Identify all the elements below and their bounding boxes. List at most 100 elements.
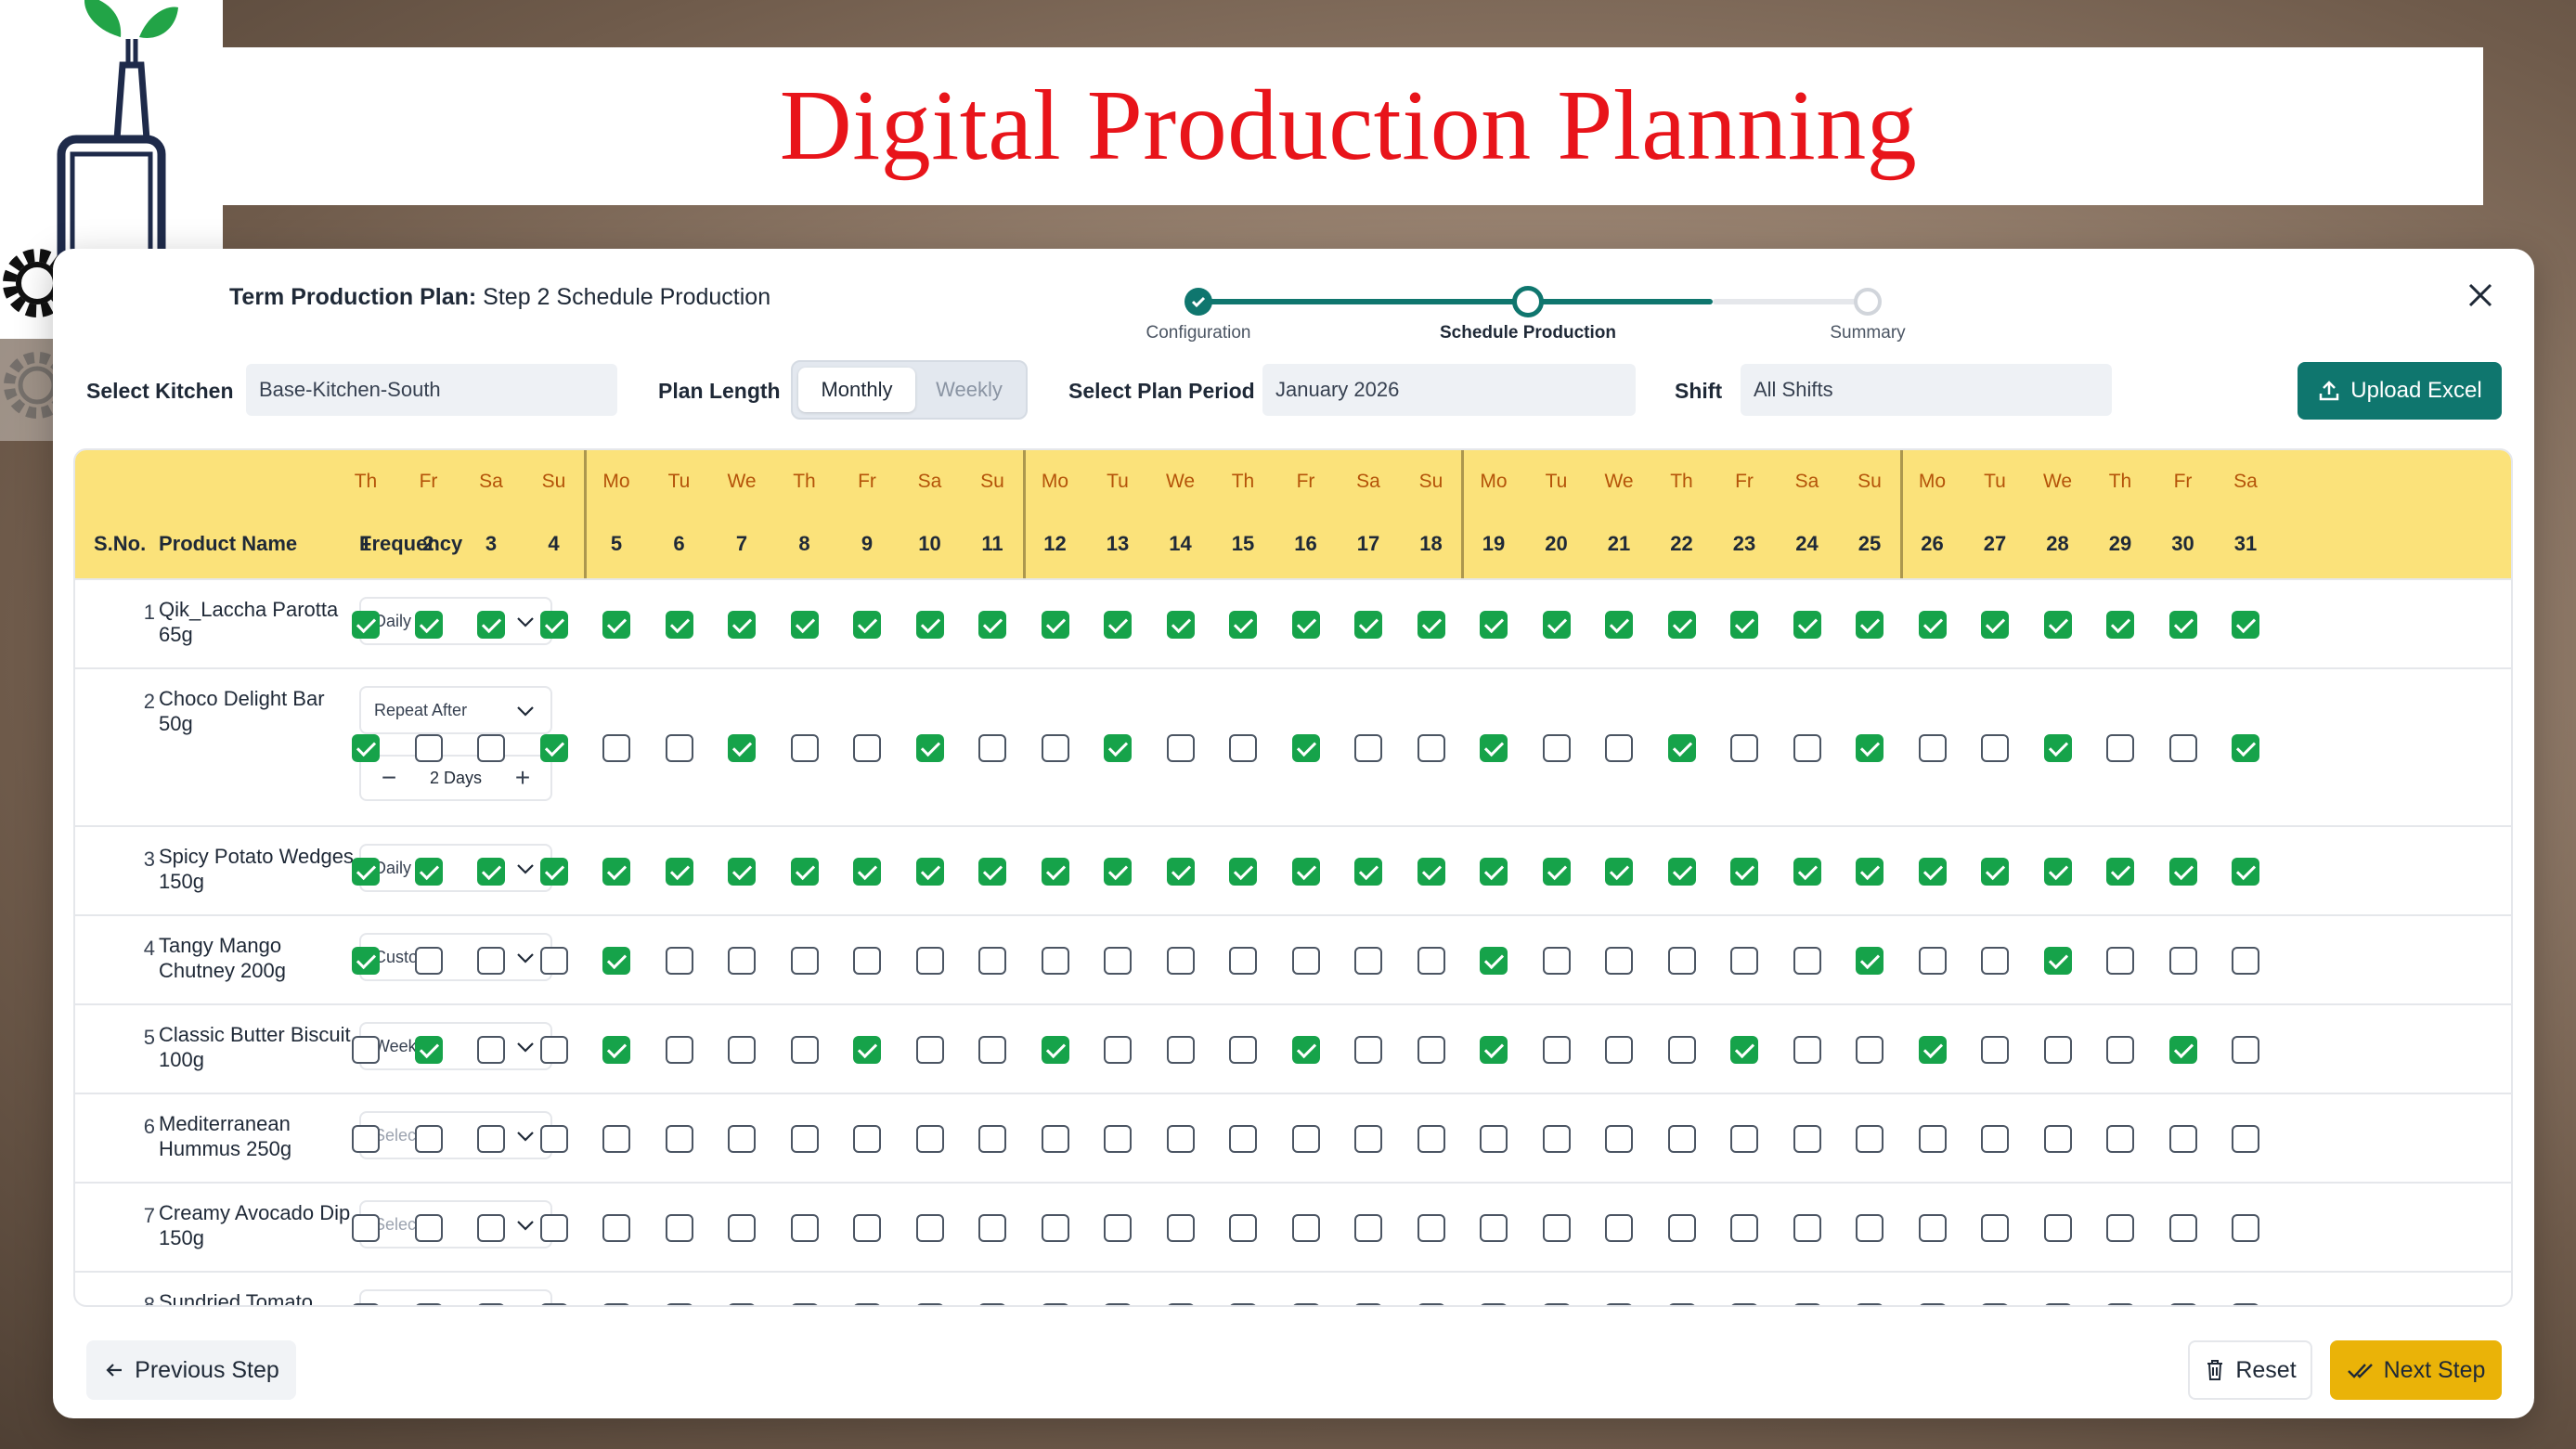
day-checkbox[interactable] — [728, 1303, 756, 1305]
day-checkbox[interactable] — [1793, 1125, 1821, 1153]
day-checkbox[interactable] — [1730, 1303, 1758, 1305]
day-checkbox[interactable] — [1041, 1214, 1069, 1242]
day-checkbox[interactable] — [1793, 1214, 1821, 1242]
frequency-select[interactable]: Select — [359, 1200, 552, 1248]
day-checkbox[interactable] — [1417, 1303, 1445, 1305]
day-checkbox[interactable] — [1417, 611, 1445, 639]
day-checkbox[interactable] — [2168, 1214, 2197, 1242]
day-checkbox[interactable] — [915, 1125, 944, 1153]
day-checkbox[interactable] — [1166, 1036, 1195, 1064]
day-checkbox[interactable] — [1667, 947, 1696, 975]
frequency-select[interactable] — [359, 1289, 552, 1305]
day-checkbox[interactable] — [352, 947, 380, 975]
day-checkbox[interactable] — [1856, 611, 1883, 639]
day-checkbox[interactable] — [2232, 1303, 2259, 1305]
day-checkbox[interactable] — [978, 1214, 1006, 1242]
day-checkbox[interactable] — [915, 947, 944, 975]
day-checkbox[interactable] — [1793, 1303, 1821, 1305]
day-checkbox[interactable] — [1542, 1303, 1571, 1305]
day-checkbox[interactable] — [1166, 734, 1195, 762]
day-checkbox[interactable] — [1166, 858, 1195, 886]
day-checkbox[interactable] — [1667, 1036, 1696, 1064]
day-checkbox[interactable] — [2043, 1214, 2072, 1242]
day-checkbox[interactable] — [915, 611, 944, 639]
day-checkbox[interactable] — [1856, 734, 1883, 762]
day-checkbox[interactable] — [1480, 1303, 1508, 1305]
close-button[interactable] — [2462, 277, 2499, 314]
day-checkbox[interactable] — [665, 1125, 693, 1153]
day-checkbox[interactable] — [1229, 611, 1257, 639]
plan-length-monthly[interactable]: Monthly — [798, 368, 915, 412]
day-checkbox[interactable] — [790, 1214, 819, 1242]
day-checkbox[interactable] — [1291, 858, 1320, 886]
day-checkbox[interactable] — [1542, 858, 1571, 886]
frequency-select[interactable]: Daily — [359, 844, 552, 892]
day-checkbox[interactable] — [602, 1214, 630, 1242]
day-checkbox[interactable] — [2106, 947, 2134, 975]
upload-excel-button[interactable]: Upload Excel — [2298, 362, 2502, 420]
day-checkbox[interactable] — [1605, 1036, 1633, 1064]
day-checkbox[interactable] — [915, 1214, 944, 1242]
day-checkbox[interactable] — [1918, 611, 1947, 639]
day-checkbox[interactable] — [1291, 611, 1320, 639]
day-checkbox[interactable] — [1542, 1214, 1571, 1242]
day-checkbox[interactable] — [1730, 611, 1758, 639]
day-checkbox[interactable] — [2106, 1303, 2134, 1305]
day-checkbox[interactable] — [1981, 1125, 2009, 1153]
day-checkbox[interactable] — [1291, 734, 1320, 762]
day-checkbox[interactable] — [915, 1303, 944, 1305]
day-checkbox[interactable] — [2043, 734, 2072, 762]
day-checkbox[interactable] — [1291, 947, 1320, 975]
day-checkbox[interactable] — [2232, 947, 2259, 975]
day-checkbox[interactable] — [1856, 1214, 1883, 1242]
day-checkbox[interactable] — [1605, 1214, 1633, 1242]
day-checkbox[interactable] — [1793, 611, 1821, 639]
day-checkbox[interactable] — [414, 1303, 443, 1305]
day-checkbox[interactable] — [1480, 611, 1508, 639]
day-checkbox[interactable] — [1730, 1125, 1758, 1153]
day-checkbox[interactable] — [915, 858, 944, 886]
day-checkbox[interactable] — [1981, 947, 2009, 975]
day-checkbox[interactable] — [2106, 858, 2134, 886]
day-checkbox[interactable] — [1104, 734, 1132, 762]
day-checkbox[interactable] — [1542, 1125, 1571, 1153]
day-checkbox[interactable] — [1104, 947, 1132, 975]
day-checkbox[interactable] — [1480, 858, 1508, 886]
day-checkbox[interactable] — [2168, 1303, 2197, 1305]
day-checkbox[interactable] — [1793, 858, 1821, 886]
day-checkbox[interactable] — [915, 734, 944, 762]
day-checkbox[interactable] — [1229, 947, 1257, 975]
frequency-select[interactable]: Weekly — [359, 1022, 552, 1070]
day-checkbox[interactable] — [1354, 1303, 1382, 1305]
day-checkbox[interactable] — [1981, 611, 2009, 639]
day-checkbox[interactable] — [790, 1125, 819, 1153]
day-checkbox[interactable] — [1480, 1036, 1508, 1064]
day-checkbox[interactable] — [1041, 858, 1069, 886]
day-checkbox[interactable] — [414, 734, 443, 762]
day-checkbox[interactable] — [978, 734, 1006, 762]
day-checkbox[interactable] — [790, 947, 819, 975]
day-checkbox[interactable] — [853, 947, 881, 975]
day-checkbox[interactable] — [1605, 1303, 1633, 1305]
day-checkbox[interactable] — [1229, 734, 1257, 762]
day-checkbox[interactable] — [1291, 1303, 1320, 1305]
day-checkbox[interactable] — [1542, 611, 1571, 639]
day-checkbox[interactable] — [1104, 1303, 1132, 1305]
day-checkbox[interactable] — [728, 611, 756, 639]
day-checkbox[interactable] — [2106, 1214, 2134, 1242]
day-checkbox[interactable] — [978, 1125, 1006, 1153]
day-checkbox[interactable] — [1605, 611, 1633, 639]
day-checkbox[interactable] — [1041, 1125, 1069, 1153]
day-checkbox[interactable] — [1104, 611, 1132, 639]
day-checkbox[interactable] — [1166, 1303, 1195, 1305]
day-checkbox[interactable] — [1793, 947, 1821, 975]
day-checkbox[interactable] — [414, 1214, 443, 1242]
day-checkbox[interactable] — [1354, 734, 1382, 762]
day-checkbox[interactable] — [1104, 858, 1132, 886]
day-checkbox[interactable] — [1417, 1125, 1445, 1153]
day-checkbox[interactable] — [728, 858, 756, 886]
day-checkbox[interactable] — [352, 1125, 380, 1153]
day-checkbox[interactable] — [1793, 1036, 1821, 1064]
next-step-button[interactable]: Next Step — [2330, 1340, 2502, 1400]
day-checkbox[interactable] — [414, 1036, 443, 1064]
